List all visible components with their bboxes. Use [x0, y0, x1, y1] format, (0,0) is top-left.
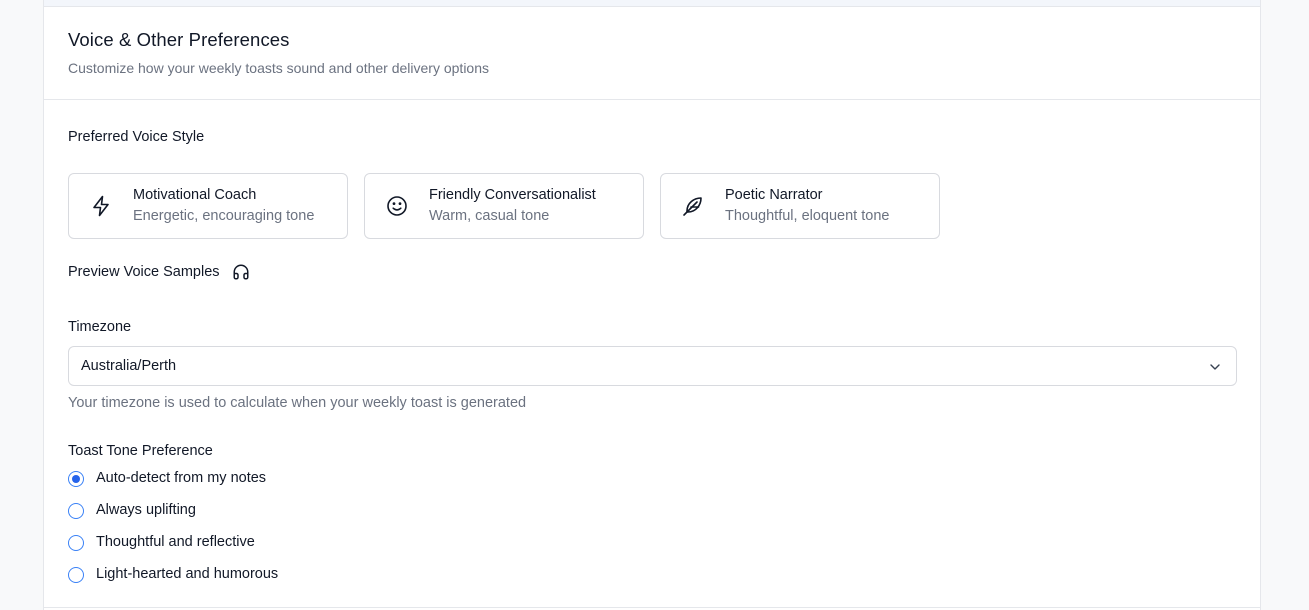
voice-option-poetic-narrator[interactable]: Poetic Narrator Thoughtful, eloquent ton… — [660, 173, 940, 239]
previous-section-edge — [44, 0, 1260, 7]
card-subtitle: Customize how your weekly toasts sound a… — [68, 60, 489, 76]
preferences-card: Voice & Other Preferences Customize how … — [43, 0, 1261, 610]
card-title: Voice & Other Preferences — [68, 29, 290, 50]
headphones-icon[interactable] — [232, 263, 250, 281]
chevron-down-icon — [1207, 359, 1223, 375]
voice-option-description: Energetic, encouraging tone — [133, 208, 315, 224]
smile-icon — [385, 194, 409, 218]
preview-voice-samples-label: Preview Voice Samples — [68, 264, 220, 280]
timezone-label: Timezone — [68, 319, 132, 335]
voice-option-description: Thoughtful, eloquent tone — [725, 208, 890, 224]
tone-option-label: Always uplifting — [96, 502, 196, 518]
voice-option-motivational-coach[interactable]: Motivational Coach Energetic, encouragin… — [68, 173, 348, 239]
radio-button[interactable] — [68, 567, 84, 583]
voice-option-name: Friendly Conversationalist — [429, 187, 596, 203]
radio-button[interactable] — [68, 535, 84, 551]
lightning-icon — [89, 194, 113, 218]
timezone-selected-value: Australia/Perth — [81, 358, 177, 374]
voice-option-friendly-conversationalist[interactable]: Friendly Conversationalist Warm, casual … — [364, 173, 644, 239]
tone-option-label: Auto-detect from my notes — [96, 470, 267, 486]
voice-style-label: Preferred Voice Style — [68, 129, 205, 145]
radio-button[interactable] — [68, 503, 84, 519]
timezone-help-text: Your timezone is used to calculate when … — [68, 395, 527, 411]
tone-option-label: Thoughtful and reflective — [96, 534, 255, 550]
voice-option-name: Poetic Narrator — [725, 187, 823, 203]
radio-button[interactable] — [68, 471, 84, 487]
tone-preference-label: Toast Tone Preference — [68, 443, 213, 459]
voice-option-name: Motivational Coach — [133, 187, 257, 203]
voice-option-description: Warm, casual tone — [429, 208, 550, 224]
tone-option-label: Light-hearted and humorous — [96, 566, 279, 582]
card-header: Voice & Other Preferences Customize how … — [44, 7, 1260, 100]
section-divider — [44, 607, 1260, 608]
timezone-select[interactable]: Australia/Perth — [68, 346, 1237, 386]
feather-icon — [681, 194, 705, 218]
